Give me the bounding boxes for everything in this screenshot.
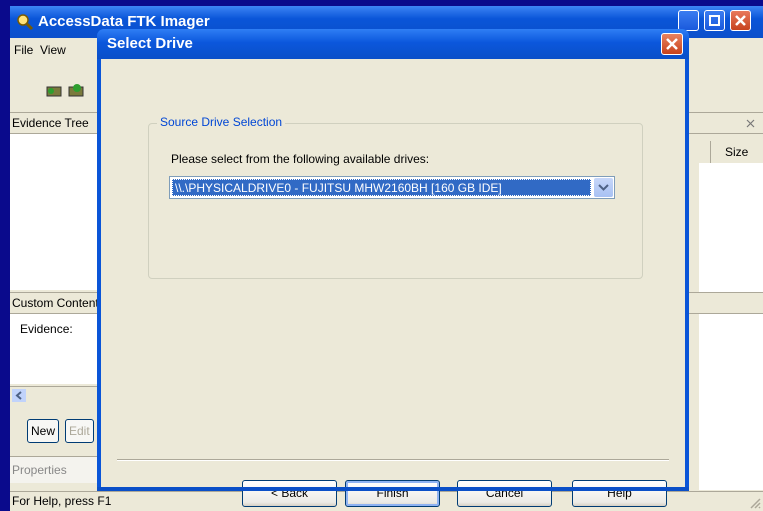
custom-content-label: Custom Content	[12, 296, 99, 310]
properties-tab[interactable]: Properties	[10, 456, 100, 483]
drive-select[interactable]: \\.\PHYSICALDRIVE0 - FUJITSU MHW2160BH […	[169, 176, 615, 199]
add-evidence-icon[interactable]	[46, 82, 64, 98]
add-all-evidence-icon[interactable]	[68, 82, 86, 98]
resize-grip-icon[interactable]	[747, 495, 761, 509]
chevron-down-icon	[598, 184, 609, 191]
drive-prompt: Please select from the following availab…	[171, 152, 430, 166]
maximize-button[interactable]	[704, 10, 725, 31]
dropdown-button[interactable]	[594, 178, 613, 197]
group-label: Source Drive Selection	[157, 115, 286, 129]
main-close-button[interactable]	[730, 10, 751, 31]
edit-button[interactable]: Edit	[65, 419, 94, 443]
custom-content-panel[interactable]: Evidence:	[10, 314, 100, 384]
size-header-label: Size	[725, 145, 749, 159]
close-panel-icon[interactable]	[746, 119, 755, 128]
button-separator	[117, 459, 669, 461]
horizontal-scrollbar[interactable]	[10, 386, 100, 404]
drive-select-value: \\.\PHYSICALDRIVE0 - FUJITSU MHW2160BH […	[172, 179, 591, 196]
properties-label: Properties	[12, 463, 67, 477]
evidence-tree-label: Evidence Tree	[12, 116, 89, 130]
source-drive-groupbox: Source Drive Selection	[148, 115, 643, 279]
minimize-button[interactable]	[678, 10, 699, 31]
maximize-icon	[709, 15, 720, 26]
finish-button[interactable]: Finish	[345, 480, 440, 507]
help-button[interactable]: Help	[572, 480, 667, 507]
file-list-panel[interactable]	[699, 163, 763, 490]
dialog-title-bar: Select Drive	[97, 29, 689, 59]
close-icon	[666, 38, 678, 50]
status-text: For Help, press F1	[12, 494, 112, 508]
menu-file[interactable]: File	[14, 43, 33, 57]
back-button[interactable]: < Back	[242, 480, 337, 507]
main-title: AccessData FTK Imager	[38, 13, 210, 30]
dialog-bottom-border	[97, 487, 689, 491]
size-column-header[interactable]: Size	[710, 141, 763, 163]
new-button[interactable]: New	[27, 419, 60, 443]
dialog-close-button[interactable]	[661, 33, 683, 55]
dialog-body: Source Drive Selection Please select fro…	[101, 59, 685, 507]
select-drive-dialog: Select Drive Source Drive Selection Plea…	[97, 29, 689, 507]
close-icon	[735, 15, 746, 26]
magnifier-icon	[17, 14, 34, 31]
evidence-tree-panel[interactable]	[10, 134, 100, 290]
evidence-column-label: Evidence:	[20, 322, 73, 336]
dialog-title: Select Drive	[107, 35, 193, 52]
scroll-left-icon[interactable]	[12, 389, 26, 402]
cancel-button[interactable]: Cancel	[457, 480, 552, 507]
menu-view[interactable]: View	[40, 43, 66, 57]
